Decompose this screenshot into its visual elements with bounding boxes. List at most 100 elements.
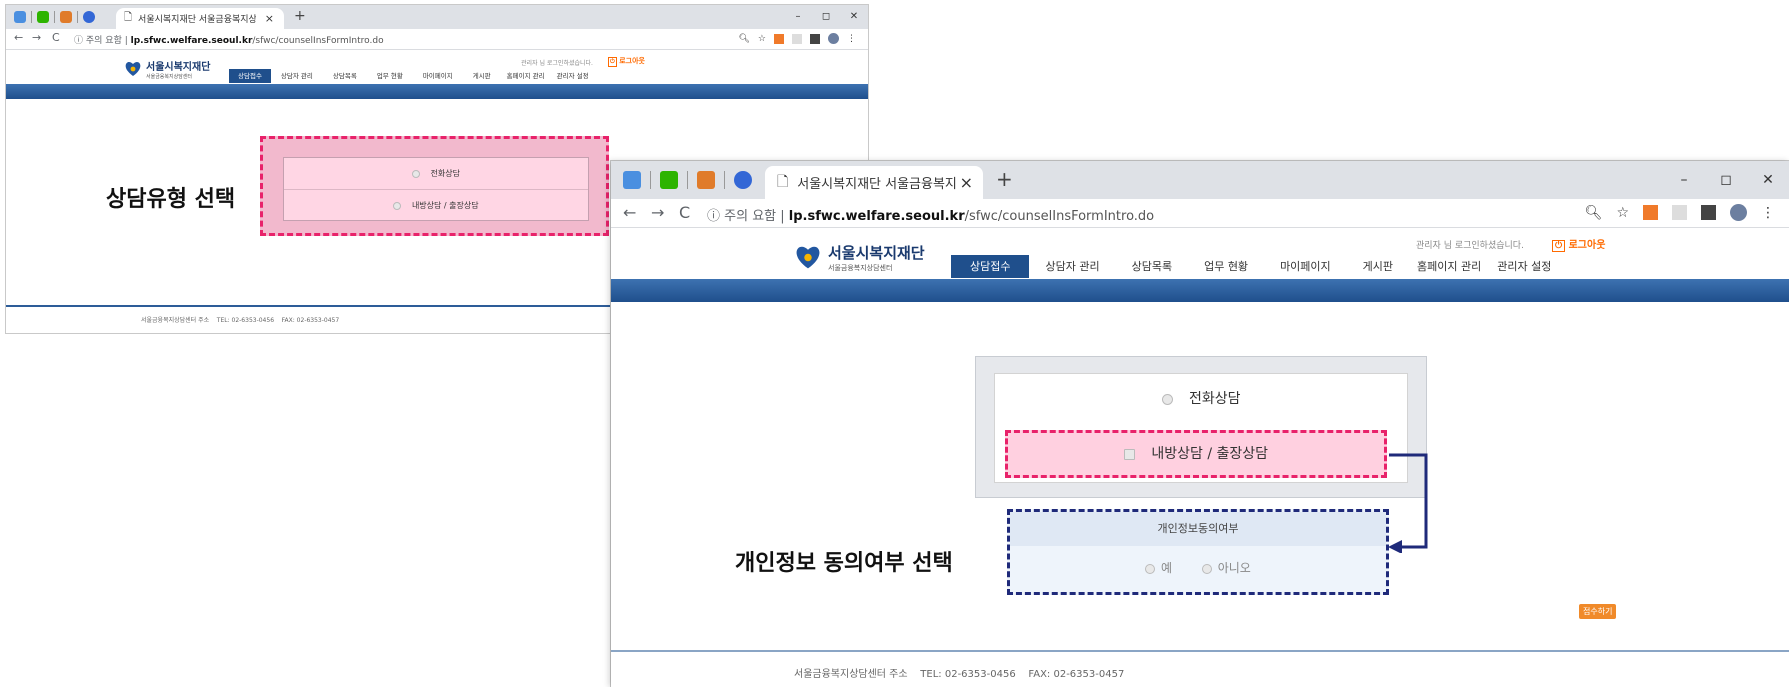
naver-icon[interactable] xyxy=(37,11,49,23)
menu-icon[interactable]: ⋮ xyxy=(847,34,856,44)
extension-icon[interactable] xyxy=(774,33,784,44)
star-icon[interactable]: ☆ xyxy=(1616,205,1629,221)
browser-tab[interactable]: 🗋 서울시복지재단 서울금융복지상 × xyxy=(116,8,284,29)
nav-item-counsel-intake[interactable]: 상담접수 xyxy=(951,255,1030,278)
app-icon[interactable] xyxy=(623,171,641,189)
new-tab-button[interactable]: + xyxy=(996,167,1013,191)
zoom-icon[interactable]: 🔍︎ xyxy=(1585,205,1603,221)
nav-item-counsel-list[interactable]: 상담목록 xyxy=(323,69,367,83)
site-logo[interactable]: 서울시복지재단 서울금융복지상담센터 xyxy=(124,58,210,80)
close-window-button[interactable]: ✕ xyxy=(1747,161,1789,199)
visit-radio[interactable] xyxy=(1123,448,1135,460)
extension-icon[interactable] xyxy=(1672,205,1687,220)
page-icon: 🗋 xyxy=(124,12,133,23)
extension-icon[interactable] xyxy=(1701,205,1716,220)
site-logo[interactable]: 서울시복지재단 서울금융복지상담센터 xyxy=(794,242,925,273)
address-bar: ← → C ⓘ 주의 요함 | lp.sfwc.welfare.seoul.kr… xyxy=(6,29,868,50)
chrome-icon[interactable] xyxy=(83,11,95,23)
naver-icon[interactable] xyxy=(660,171,678,189)
reload-icon[interactable]: C xyxy=(679,203,690,222)
footer-text: 서울금융복지상담센터 주소 TEL: 02-6353-0456 FAX: 02-… xyxy=(141,317,340,324)
url-field[interactable]: ⓘ 주의 요함 | lp.sfwc.welfare.seoul.kr/sfwc/… xyxy=(74,33,384,46)
consent-no-label: 아니오 xyxy=(1217,561,1251,575)
tab-close-icon[interactable]: × xyxy=(265,12,274,25)
nav-item-counsel-intake[interactable]: 상담접수 xyxy=(229,69,271,83)
pen-icon[interactable] xyxy=(697,171,715,189)
nav-item-homepage-mgmt[interactable]: 홈페이지 관리 xyxy=(501,69,551,83)
extension-icon[interactable] xyxy=(1643,205,1658,220)
nav-item-counselor-mgmt[interactable]: 상담자 관리 xyxy=(271,69,323,83)
address-bar: ← → C ⓘ 주의 요함 | lp.sfwc.welfare.seoul.kr… xyxy=(611,199,1789,228)
nav-item-mypage[interactable]: 마이페이지 xyxy=(413,69,463,83)
footer-line xyxy=(611,650,1789,652)
info-icon: ⓘ xyxy=(707,209,721,224)
nav-item-homepage-mgmt[interactable]: 홈페이지 관리 xyxy=(1409,255,1489,278)
phone-radio[interactable] xyxy=(1161,393,1173,405)
counsel-type-highlight: 전화상담 내방상담 / 출장상담 xyxy=(260,136,609,236)
option-phone-label: 전화상담 xyxy=(1188,391,1241,407)
tab-title: 서울시복지재단 서울금융복지상 xyxy=(797,177,958,192)
tab-strip: 🗋 서울시복지재단 서울금융복지상 × + – ◻ ✕ xyxy=(6,5,868,29)
tab-close-icon[interactable]: × xyxy=(960,173,973,192)
restore-button[interactable]: ◻ xyxy=(1705,161,1747,199)
main-nav: 상담접수 상담자 관리 상담목록 업무 현황 마이페이지 게시판 홈페이지 관리… xyxy=(951,255,1559,278)
profile-avatar[interactable] xyxy=(1730,204,1747,221)
nav-item-counselor-mgmt[interactable]: 상담자 관리 xyxy=(1029,255,1115,278)
extension-icon[interactable] xyxy=(792,33,802,44)
nav-item-board[interactable]: 게시판 xyxy=(463,69,501,83)
reload-icon[interactable]: C xyxy=(52,31,60,44)
forward-arrow-icon[interactable]: → xyxy=(32,31,41,44)
url-field[interactable]: ⓘ 주의 요함 | lp.sfwc.welfare.seoul.kr/sfwc/… xyxy=(707,205,1154,224)
logout-button[interactable]: ⏻ 로그아웃 xyxy=(1552,236,1605,252)
phone-radio[interactable] xyxy=(412,169,420,178)
close-window-button[interactable]: ✕ xyxy=(840,5,868,29)
app-icon[interactable] xyxy=(14,11,26,23)
consent-title: 개인정보동의여부 xyxy=(1010,512,1386,546)
nav-item-board[interactable]: 게시판 xyxy=(1347,255,1409,278)
security-label: 주의 요함 xyxy=(724,209,777,224)
connector-arrow xyxy=(1388,453,1428,553)
nav-item-admin-settings[interactable]: 관리자 설정 xyxy=(1489,255,1559,278)
option-phone[interactable]: 전화상담 xyxy=(995,374,1407,424)
nav-item-work-status[interactable]: 업무 현황 xyxy=(367,69,413,83)
chrome-icon[interactable] xyxy=(734,171,752,189)
option-visit-label: 내방상담 / 출장상담 xyxy=(1151,446,1269,462)
restore-button[interactable]: ◻ xyxy=(812,5,840,29)
option-visit-highlight[interactable]: 내방상담 / 출장상담 xyxy=(1005,430,1387,478)
nav-item-mypage[interactable]: 마이페이지 xyxy=(1264,255,1347,278)
new-tab-button[interactable]: + xyxy=(294,8,306,24)
nav-item-admin-settings[interactable]: 관리자 설정 xyxy=(551,69,595,83)
logout-icon: ⏻ xyxy=(1552,240,1566,252)
zoom-icon[interactable]: 🔍︎ xyxy=(738,34,749,44)
forward-arrow-icon[interactable]: → xyxy=(651,203,664,222)
submit-button[interactable]: 접수하기 xyxy=(1579,604,1617,619)
option-phone[interactable]: 전화상담 xyxy=(284,158,588,190)
star-icon[interactable]: ☆ xyxy=(758,34,766,44)
extension-icon[interactable] xyxy=(810,33,820,44)
minimize-button[interactable]: – xyxy=(784,5,812,29)
profile-avatar[interactable] xyxy=(828,33,839,44)
option-visit[interactable]: 내방상담 / 출장상담 xyxy=(284,190,588,221)
consent-yes-radio[interactable] xyxy=(1145,563,1156,574)
logout-label: 로그아웃 xyxy=(619,57,645,65)
logout-label: 로그아웃 xyxy=(1568,240,1606,251)
consent-highlight: 개인정보동의여부 예 아니오 xyxy=(1007,509,1389,595)
header-bar xyxy=(611,279,1789,302)
heart-logo-icon xyxy=(124,61,142,77)
nav-item-counsel-list[interactable]: 상담목록 xyxy=(1116,255,1188,278)
consent-no-radio[interactable] xyxy=(1201,563,1212,574)
login-message: 관리자 님 로그인하셨습니다. xyxy=(1416,241,1524,251)
back-arrow-icon[interactable]: ← xyxy=(14,31,23,44)
pen-icon[interactable] xyxy=(60,11,72,23)
visit-radio[interactable] xyxy=(393,201,402,210)
consent-yes-label: 예 xyxy=(1161,561,1173,575)
menu-icon[interactable]: ⋮ xyxy=(1761,205,1775,221)
page-icon: 🗋 xyxy=(777,173,789,190)
logout-button[interactable]: ⏻ 로그아웃 xyxy=(608,56,645,67)
counsel-type-panel: 전화상담 내방상담 / 출장상담 xyxy=(994,373,1408,483)
minimize-button[interactable]: – xyxy=(1663,161,1705,199)
browser-tab[interactable]: 🗋 서울시복지재단 서울금융복지상 × xyxy=(765,166,983,199)
annotation-counsel-type: 상담유형 선택 xyxy=(106,187,236,212)
back-arrow-icon[interactable]: ← xyxy=(623,203,636,222)
nav-item-work-status[interactable]: 업무 현황 xyxy=(1188,255,1264,278)
